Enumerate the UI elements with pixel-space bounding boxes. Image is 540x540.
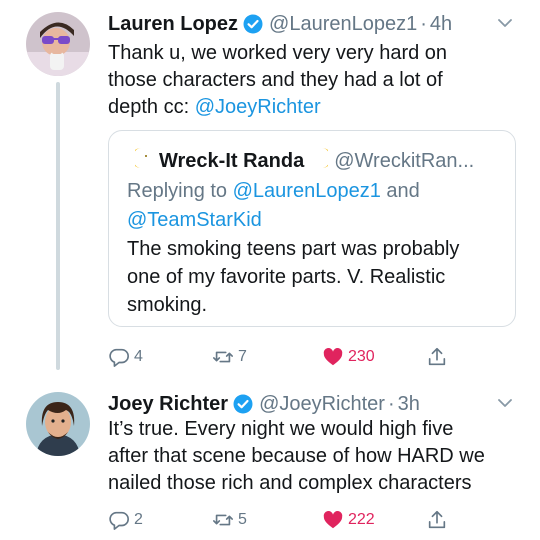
- quoted-display-name[interactable]: Wreck-It Randa: [159, 150, 304, 173]
- tweet-text: It’s true. Every night we would high fiv…: [108, 416, 514, 497]
- tweet-actions: 2 5 222: [108, 507, 508, 533]
- heart-icon: [323, 511, 343, 529]
- avatar[interactable]: [26, 12, 90, 76]
- quoted-tweet-text: The smoking teens part was probably one …: [127, 235, 505, 319]
- tweet-text-line: nailed those rich and complex characters: [108, 472, 472, 494]
- quoted-tweet-header: Wreck-It Randa @WreckitRan...: [131, 147, 505, 175]
- tweet-header: Lauren Lopez @LaurenLopez1 · 4h: [108, 10, 500, 38]
- timestamp[interactable]: 3h: [398, 393, 420, 416]
- replying-to: Replying to @LaurenLopez1 and @TeamStarK…: [127, 177, 505, 235]
- tweet-text-line: smoking.: [127, 294, 208, 316]
- mention-link[interactable]: @LaurenLopez1: [233, 180, 381, 202]
- reply-icon: [109, 348, 129, 367]
- quoted-tweet[interactable]: Wreck-It Randa @WreckitRan... Replying t…: [108, 130, 516, 327]
- share-icon: [428, 510, 446, 529]
- thread-line: [56, 82, 60, 370]
- separator-dot: ·: [420, 12, 427, 35]
- like-button[interactable]: 230: [322, 344, 375, 370]
- tweet-text-line: depth cc: @JoeyRichter: [108, 94, 514, 121]
- avatar[interactable]: [26, 392, 90, 456]
- share-icon: [428, 347, 446, 366]
- mention-link[interactable]: @TeamStarKid: [127, 209, 262, 231]
- heart-icon: [323, 348, 343, 366]
- retweet-icon: [213, 514, 233, 526]
- reply-icon: [109, 511, 129, 530]
- tweet-text-line: after that scene because of how HARD we: [108, 445, 485, 467]
- chevron-down-icon[interactable]: [496, 14, 514, 32]
- tweet-text-line: one of my favorite parts. V. Realistic: [127, 266, 446, 288]
- tweet-text-line: It’s true. Every night we would high fiv…: [108, 418, 454, 440]
- retweet-count: 7: [238, 348, 247, 365]
- tweet-text: Thank u, we worked very very hard on tho…: [108, 40, 514, 121]
- share-button[interactable]: [426, 507, 452, 533]
- share-button[interactable]: [426, 344, 452, 370]
- retweet-button[interactable]: 5: [212, 507, 247, 533]
- retweet-count: 5: [238, 511, 247, 528]
- tweet-text-line: those characters and they had a lot of: [108, 69, 443, 91]
- like-button[interactable]: 222: [322, 507, 375, 533]
- moon-icon: [310, 147, 333, 175]
- tweet-header: Joey Richter @JoeyRichter · 3h: [108, 390, 500, 418]
- like-count: 230: [348, 348, 375, 365]
- tweet-text-line: The smoking teens part was probably: [127, 238, 460, 260]
- replying-to-label: Replying to: [127, 180, 233, 202]
- reply-button[interactable]: 4: [108, 344, 143, 370]
- reply-count: 4: [134, 348, 143, 365]
- reply-count: 2: [134, 511, 143, 528]
- tweet-actions: 4 7 230: [108, 344, 508, 370]
- user-handle[interactable]: @LaurenLopez1: [269, 13, 417, 36]
- retweet-button[interactable]: 7: [212, 344, 247, 370]
- user-handle[interactable]: @JoeyRichter: [259, 393, 385, 416]
- tweet-joey-richter[interactable]: Joey Richter @JoeyRichter · 3h It’s true…: [0, 380, 540, 540]
- replying-to-and: and: [380, 180, 420, 202]
- tweet-text-segment: depth cc:: [108, 96, 195, 118]
- verified-badge-icon: [233, 394, 253, 414]
- separator-dot: ·: [387, 392, 395, 415]
- display-name[interactable]: Joey Richter: [108, 393, 228, 416]
- display-name[interactable]: Lauren Lopez: [108, 13, 238, 36]
- quoted-user-handle[interactable]: @WreckitRan...: [334, 150, 474, 173]
- reply-button[interactable]: 2: [108, 507, 143, 533]
- mention-link[interactable]: @JoeyRichter: [195, 96, 321, 118]
- tweet-text-line: Thank u, we worked very very hard on: [108, 42, 448, 64]
- chevron-down-icon[interactable]: [496, 394, 514, 412]
- like-count: 222: [348, 511, 375, 528]
- timestamp[interactable]: 4h: [430, 13, 452, 36]
- moon-icon: [131, 147, 153, 175]
- tweet-lauren-lopez[interactable]: Lauren Lopez @LaurenLopez1 · 4h Thank u,…: [0, 0, 540, 380]
- verified-badge-icon: [243, 14, 263, 34]
- retweet-icon: [213, 351, 233, 363]
